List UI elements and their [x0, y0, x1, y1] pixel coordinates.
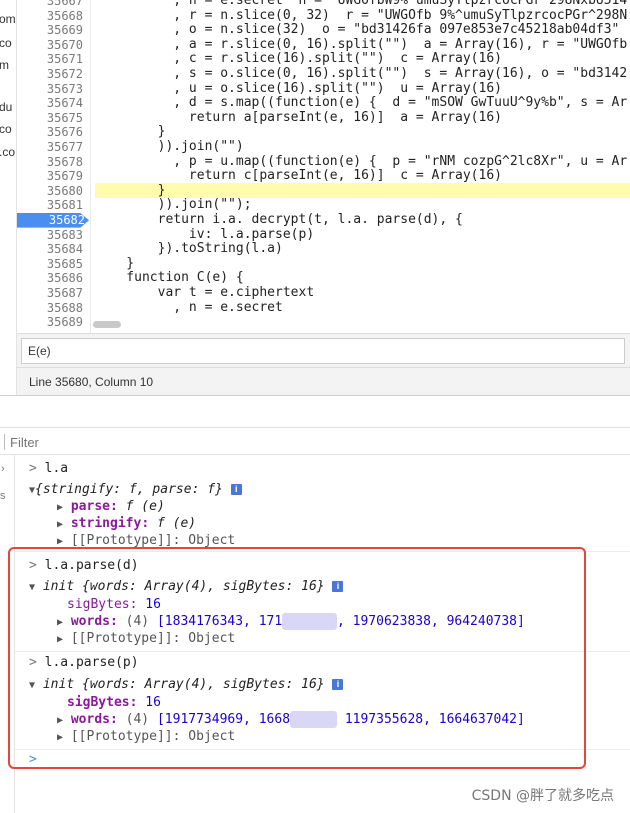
line-number[interactable]: 35676 — [17, 125, 87, 140]
console-object-summary[interactable]: ▼{stringify: f, parse: f} i — [29, 481, 242, 498]
code-line: } — [95, 182, 166, 198]
code-line: var t = e.ciphertext — [95, 285, 315, 300]
object-summary-text: {stringify: f, parse: f} — [35, 482, 223, 497]
line-number[interactable]: 35688 — [17, 301, 87, 316]
line-number[interactable]: 35686 — [17, 271, 87, 286]
watermark: CSDN @胖了就多吃点 — [471, 788, 614, 804]
code-line: return i.a. decrypt(t, l.a. parse(d), { — [95, 212, 463, 227]
line-number-gutter[interactable]: 35667 35668 35669 35670 35671 35672 35673 35674… — [17, 0, 91, 333]
drawer-toolbar — [0, 395, 630, 427]
sidebar-toggle-icon[interactable]: › — [1, 463, 5, 475]
file-tree-item[interactable]: co — [0, 122, 12, 136]
property-key: [[Prototype]] — [70, 533, 173, 548]
search-bar — [17, 333, 630, 367]
line-number[interactable]: 35672 — [17, 67, 87, 82]
property-value: f (e) — [156, 516, 197, 531]
code-line: , c = r.slice(16).split("") c = Array(16… — [95, 51, 502, 67]
line-number[interactable]: 35687 — [17, 286, 87, 301]
object-property[interactable]: ▶ stringify: f (e) — [57, 515, 196, 532]
line-number[interactable]: 35675 — [17, 111, 87, 126]
line-number[interactable]: 35673 — [17, 82, 87, 97]
code-line: )).join("") — [95, 139, 244, 154]
line-number[interactable]: 35674 — [17, 96, 87, 111]
annotation-highlight-box — [8, 547, 586, 769]
line-number[interactable]: 35680 — [17, 184, 87, 199]
code-line: , s = o.slice(0, 16).split("") s = Array… — [95, 66, 628, 81]
code-line: , u = o.slice(16).split("") u = Array(16… — [95, 80, 502, 96]
collapse-triangle-icon[interactable]: ▶ — [57, 536, 63, 547]
code-line: } — [95, 255, 135, 271]
status-bar: Line 35680, Column 10 — [17, 367, 630, 395]
code-line: return c[parseInt(e, 16)] c = Array(16) — [95, 168, 502, 184]
property-key: parse — [70, 499, 110, 514]
scrollbar-thumb[interactable] — [93, 321, 121, 328]
code-line: , o = n.slice(32) o = "bd31426fa 097e853… — [95, 22, 620, 38]
line-number[interactable]: 35669 — [17, 23, 87, 38]
code-line: iv: l.a.parse(p) — [95, 226, 315, 242]
line-number[interactable]: 35671 — [17, 52, 87, 67]
code-line: , d = s.map((function(e) { d = "mSOW GwT… — [95, 95, 628, 111]
console-input-line: > l.a — [29, 460, 68, 477]
code-line: )).join(""); — [95, 197, 252, 213]
console-filter-bar — [0, 427, 630, 455]
line-number[interactable]: 35668 — [17, 9, 87, 24]
source-editor[interactable]: 35667 35668 35669 35670 35671 35672 35673 35674… — [17, 0, 630, 333]
code-line: return a[parseInt(e, 16)] a = Array(16) — [95, 109, 502, 125]
line-number[interactable]: 35681 — [17, 198, 87, 213]
search-input[interactable] — [21, 338, 625, 364]
code-line: , n = e.secret — [95, 299, 283, 315]
collapse-triangle-icon[interactable]: ▶ — [57, 502, 63, 513]
cursor-position: Line 35680, Column 10 — [29, 375, 154, 389]
console-sidebar-glyph: s — [0, 490, 6, 502]
code-line: , r = n.slice(0, 32) r = "UWGOfb 9%^umuS… — [95, 7, 628, 23]
line-number[interactable]: 35683 — [17, 228, 87, 243]
line-number[interactable]: 35678 — [17, 155, 87, 170]
toolbar-divider — [4, 434, 5, 450]
line-number[interactable]: 35684 — [17, 242, 87, 257]
property-value: Object — [188, 533, 236, 548]
line-number[interactable]: 35677 — [17, 140, 87, 155]
line-number[interactable]: 35667 — [17, 0, 87, 9]
line-number[interactable]: 35685 — [17, 257, 87, 272]
file-tree-item[interactable]: .co — [0, 145, 15, 159]
property-value: f (e) — [125, 499, 165, 514]
console-input-text: l.a — [44, 461, 69, 476]
property-key: stringify — [70, 516, 142, 531]
code-line: } — [95, 124, 166, 140]
info-icon[interactable]: i — [230, 484, 242, 495]
file-tree-item[interactable]: co — [0, 36, 12, 50]
prompt-icon: > — [29, 461, 37, 476]
breakpoint-line-number[interactable]: 35682 — [17, 213, 89, 228]
code-line: , p = u.map((function(e) { p = "rNM cozp… — [95, 153, 628, 169]
code-line: , a = r.slice(0, 16).split("") a = Array… — [95, 36, 628, 52]
line-number[interactable]: 35679 — [17, 169, 87, 184]
filter-input[interactable] — [10, 431, 310, 453]
file-tree-item[interactable]: om — [0, 12, 16, 26]
line-number[interactable]: 35689 — [17, 315, 87, 330]
code-line: }).toString(l.a) — [95, 241, 283, 257]
file-tree-item[interactable]: m — [0, 58, 9, 72]
object-property[interactable]: ▶ parse: f (e) — [57, 498, 165, 515]
file-tree-item[interactable]: du — [0, 100, 12, 114]
code-line: function C(e) { — [95, 270, 244, 286]
collapse-triangle-icon[interactable]: ▶ — [57, 519, 63, 530]
horizontal-scrollbar[interactable] — [93, 318, 628, 330]
line-number[interactable]: 35670 — [17, 38, 87, 53]
file-navigator-strip: om co m du co .co — [0, 0, 17, 395]
